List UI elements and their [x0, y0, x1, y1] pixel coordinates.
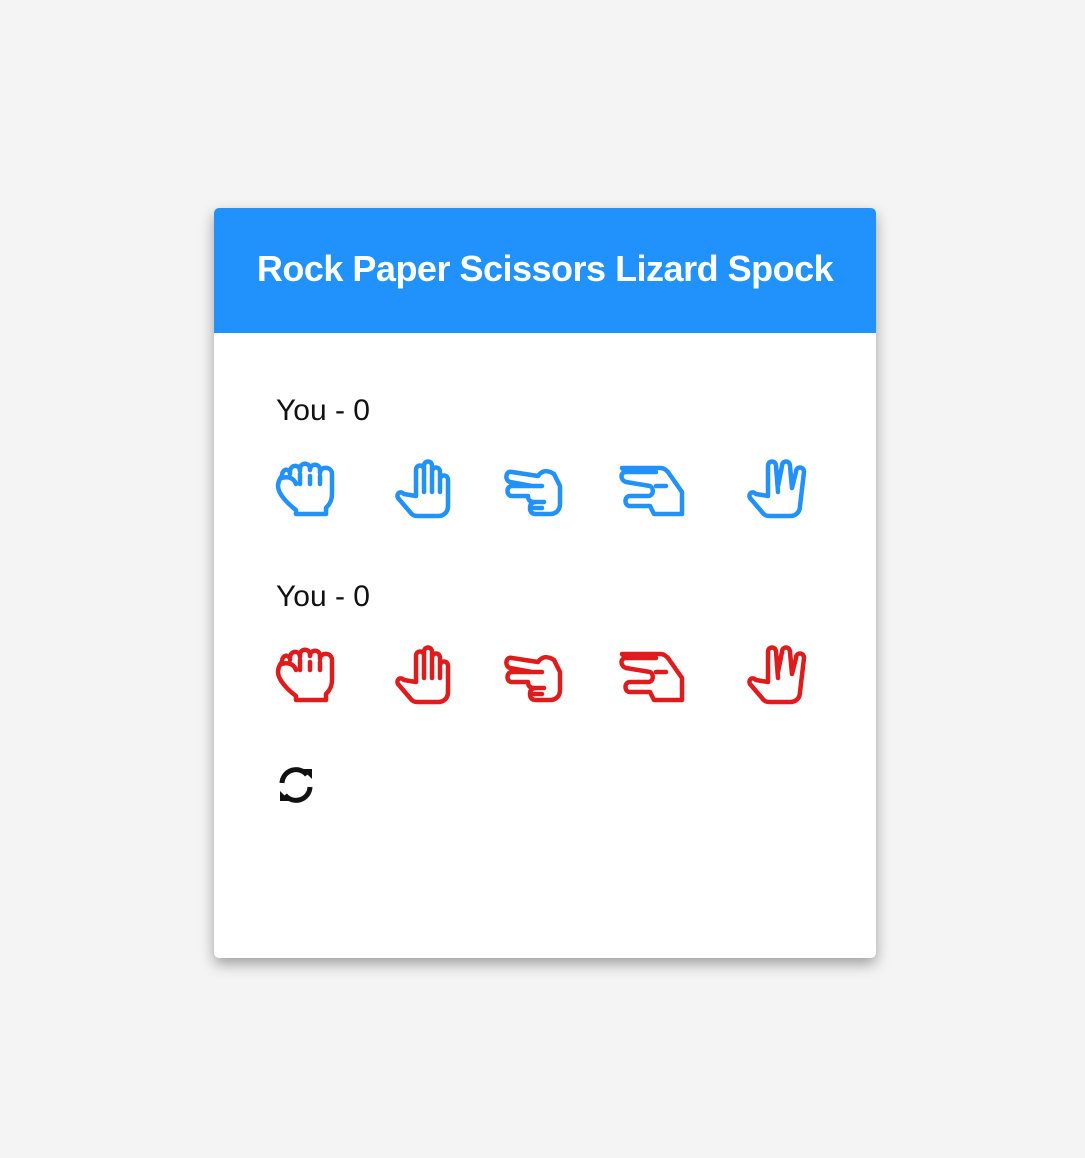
- computer-rock-button[interactable]: [274, 642, 340, 706]
- computer-lizard-button[interactable]: [619, 642, 686, 706]
- computer-spock-button[interactable]: [744, 642, 810, 706]
- spock-icon: [747, 459, 807, 519]
- paper-icon: [395, 645, 451, 705]
- card-header: Rock Paper Scissors Lizard Spock: [214, 208, 876, 333]
- refresh-icon: [279, 767, 313, 803]
- player-lizard-button[interactable]: [619, 456, 686, 520]
- player-hands: [274, 456, 816, 520]
- player-score-label: You - 0: [276, 394, 370, 427]
- computer-hands: [274, 642, 816, 706]
- computer-section: You - 0: [274, 579, 816, 706]
- scissors-icon: [504, 655, 563, 703]
- paper-icon: [395, 459, 451, 519]
- computer-scissors-button[interactable]: [502, 642, 568, 706]
- game-card: Rock Paper Scissors Lizard Spock You - 0: [214, 208, 876, 958]
- player-scissors-button[interactable]: [502, 456, 568, 520]
- player-rock-button[interactable]: [274, 456, 340, 520]
- rock-icon: [275, 461, 335, 517]
- reset-button[interactable]: [276, 765, 316, 805]
- page-title: Rock Paper Scissors Lizard Spock: [256, 247, 834, 289]
- rock-icon: [275, 647, 335, 703]
- lizard-icon: [619, 651, 685, 703]
- scissors-icon: [504, 469, 563, 517]
- player-section: You - 0: [274, 393, 816, 520]
- player-spock-button[interactable]: [744, 456, 810, 520]
- computer-score-label: You - 0: [276, 580, 370, 613]
- player-paper-button[interactable]: [392, 456, 458, 520]
- lizard-icon: [619, 465, 685, 517]
- computer-paper-button[interactable]: [392, 642, 458, 706]
- spock-icon: [747, 645, 807, 705]
